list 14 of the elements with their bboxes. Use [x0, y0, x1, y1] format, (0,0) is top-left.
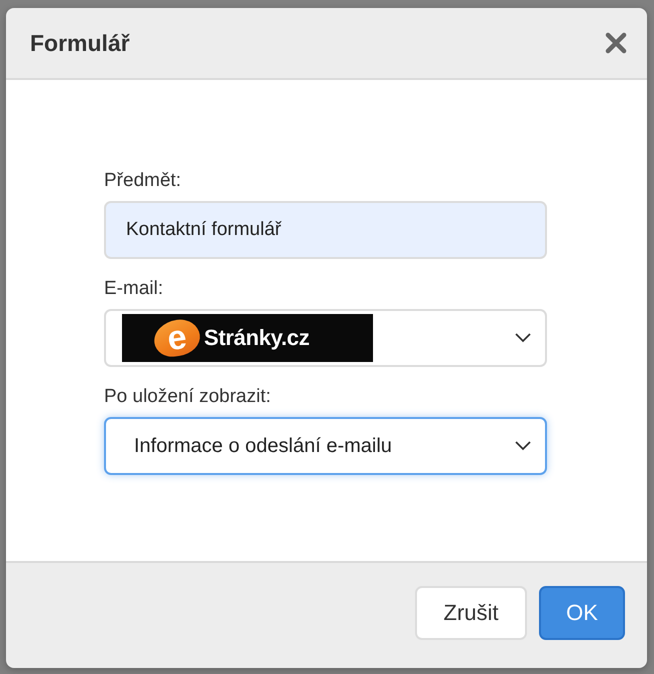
display-select[interactable]: Informace o odeslání e-mailu: [104, 417, 547, 475]
subject-input[interactable]: Kontaktní formulář: [104, 201, 547, 259]
close-icon: [605, 32, 627, 54]
field-label: Předmět:: [104, 170, 182, 192]
close-button[interactable]: [605, 32, 627, 54]
logo-text: Stránky.cz: [204, 325, 310, 351]
select-value: Informace o odeslání e-mailu: [134, 434, 392, 458]
field-label: E-mail:: [104, 278, 164, 300]
email-select[interactable]: e Stránky.cz: [104, 309, 547, 367]
field-label: Po uložení zobrazit:: [104, 386, 271, 408]
chevron-down-icon: [515, 441, 531, 451]
chevron-down-icon: [515, 333, 531, 343]
dialog-title: Formulář: [30, 30, 130, 56]
cancel-button[interactable]: Zrušit: [415, 586, 527, 640]
